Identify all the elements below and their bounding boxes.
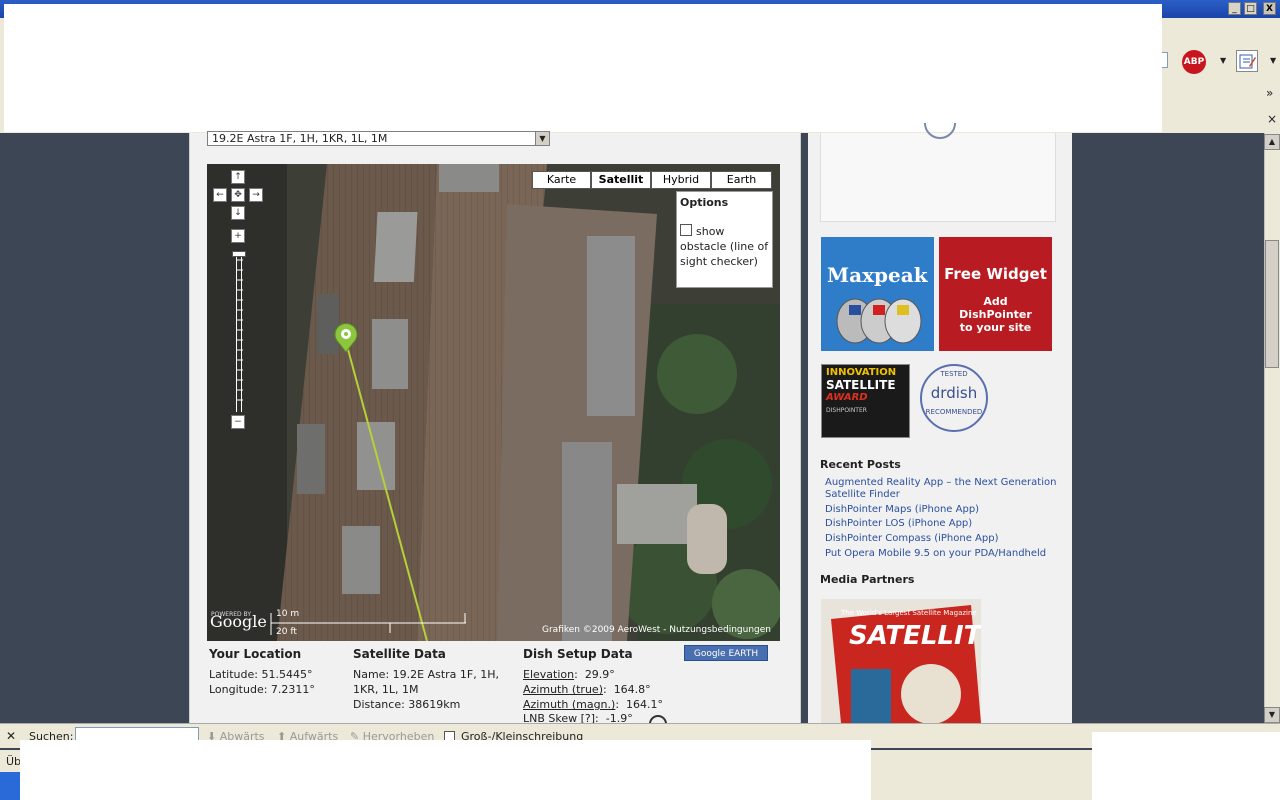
innovation-award-badge[interactable]: INNOVATION SATELLITE AWARD DISHPOINTER [821,364,910,438]
map-type-earth[interactable]: Earth [711,171,772,189]
magazine-tagline: The World's Largest Satellite Magazine [841,609,977,617]
map-copyright[interactable]: Grafiken ©2009 AeroWest - Nutzungsbeding… [542,625,771,635]
redaction-overlay [1092,732,1280,800]
free-widget-ad[interactable]: Free Widget Add DishPointer to your site [939,237,1052,351]
azimuth-magn-row: Azimuth (magn.): 164.1° [523,698,664,711]
recent-post-link[interactable]: DishPointer Compass (iPhone App) [825,533,999,545]
azimuth-true-value: 164.8° [613,683,651,696]
scale-feet: 20 ft [276,627,297,637]
vertical-scrollbar[interactable] [1264,133,1280,723]
page-edit-icon[interactable] [1236,50,1258,72]
recent-post-link[interactable]: DishPointer LOS (iPhone App) [825,518,972,530]
meter-devices-icon [836,298,922,344]
magazine-title: SATELLITE [849,621,981,651]
scroll-down-button[interactable]: ▼ [1264,707,1280,723]
skew-dial-icon [648,714,668,723]
maxpeak-ad[interactable]: Maxpeak [821,237,934,351]
satellite-select[interactable]: 19.2E Astra 1F, 1H, 1KR, 1L, 1M [207,131,550,146]
drdish-logo: drdish [930,384,978,402]
tab-close-icon[interactable]: × [1267,112,1277,126]
drdish-badge[interactable]: TESTED drdish RECOMMENDED [920,364,988,432]
recent-post-link[interactable]: DishPointer Maps (iPhone App) [825,504,979,516]
pan-down-button[interactable]: ↓ [231,206,245,220]
google-logo[interactable]: Google [210,612,267,631]
azimuth-magn-value: 164.1° [626,698,664,711]
close-window-button[interactable]: X [1263,2,1276,15]
dish-setup-heading: Dish Setup Data [523,647,633,661]
satellite-distance: Distance: 38619km [353,698,461,711]
maximize-button[interactable]: □ [1244,2,1257,15]
map-scale: 10 m 20 ft [270,609,466,637]
pan-center-button[interactable]: ✥ [231,188,245,202]
minimize-button[interactable]: _ [1228,2,1241,15]
zoom-slider-handle[interactable] [232,251,246,257]
latitude-value: Latitude: 51.5445° [209,668,313,681]
award-line2: SATELLITE [826,378,896,392]
google-earth-button[interactable]: Google EARTH [684,645,768,661]
chevron-down-icon[interactable]: ▼ [535,131,550,146]
drdish-recommended: RECOMMENDED [925,408,983,416]
zoom-in-button[interactable]: + [231,229,245,243]
map-options-panel: Options show obstacle (line of sight che… [676,191,773,288]
pan-left-button[interactable]: ← [213,188,227,202]
scroll-up-button[interactable]: ▲ [1264,134,1280,150]
findbar-close-icon[interactable]: ✕ [6,729,16,743]
lnb-skew-label[interactable]: LNB Skew [?] [523,712,595,723]
sidebar-widget-box [820,123,1056,222]
lnb-skew-value: -1.9° [605,712,633,723]
award-line4: DISHPOINTER [826,407,867,414]
pan-up-button[interactable]: ↑ [231,170,245,184]
satellite-data-heading: Satellite Data [353,647,446,661]
azimuth-true-label[interactable]: Azimuth (true) [523,683,603,696]
map-type-karte[interactable]: Karte [532,171,591,189]
toolbar-overflow-chevron[interactable]: » [1266,86,1273,100]
redaction-overlay [20,740,871,800]
free-widget-subtitle: Add DishPointer to your site [959,295,1032,334]
zoom-out-button[interactable]: − [231,415,245,429]
drdish-tested: TESTED [940,370,968,378]
free-widget-title: Free Widget [944,265,1047,283]
magazine-art [831,605,981,723]
adblock-icon[interactable]: ABP [1182,50,1206,74]
maxpeak-logo: Maxpeak [827,263,928,287]
elevation-row: Elevation: 29.9° [523,668,615,681]
your-location-heading: Your Location [209,647,302,661]
azimuth-magn-label[interactable]: Azimuth (magn.) [523,698,615,711]
award-line1: INNOVATION [826,367,897,378]
recent-post-link[interactable]: Augmented Reality App – the Next Generat… [825,477,1065,501]
recent-post-link[interactable]: Put Opera Mobile 9.5 on your PDA/Handhel… [825,548,1046,560]
obstacle-checkbox[interactable] [680,224,692,236]
azimuth-true-row: Azimuth (true): 164.8° [523,683,651,696]
elevation-label[interactable]: Elevation [523,668,574,681]
zoom-slider-track[interactable] [236,252,243,412]
options-title: Options [680,196,729,209]
media-partners-heading: Media Partners [820,573,915,586]
scale-meters: 10 m [276,609,300,619]
compass-icon [924,123,956,139]
abp-dropdown-icon[interactable]: ▼ [1220,56,1226,65]
scrollbar-thumb[interactable] [1265,240,1279,368]
map-type-hybrid[interactable]: Hybrid [651,171,711,189]
satellite-name-line1: Name: 19.2E Astra 1F, 1H, [353,668,500,681]
obstacle-checkbox-label: show obstacle (line of sight checker) [680,225,769,268]
pan-right-button[interactable]: → [249,188,263,202]
redaction-overlay [4,4,1162,132]
award-line3: AWARD [826,392,868,403]
location-marker-icon[interactable] [333,322,359,357]
map-type-satellit[interactable]: Satellit [591,171,651,189]
elevation-value: 29.9° [584,668,615,681]
edit-dropdown-icon[interactable]: ▼ [1270,56,1276,65]
satellite-name-line2: 1KR, 1L, 1M [353,683,419,696]
start-button-icon[interactable] [0,772,20,800]
recent-posts-heading: Recent Posts [820,458,901,471]
satellite-magazine-cover[interactable]: The World's Largest Satellite Magazine S… [821,599,981,723]
lnb-skew-row: LNB Skew [?]: -1.9° [523,712,633,723]
longitude-value: Longitude: 7.2311° [209,683,315,696]
